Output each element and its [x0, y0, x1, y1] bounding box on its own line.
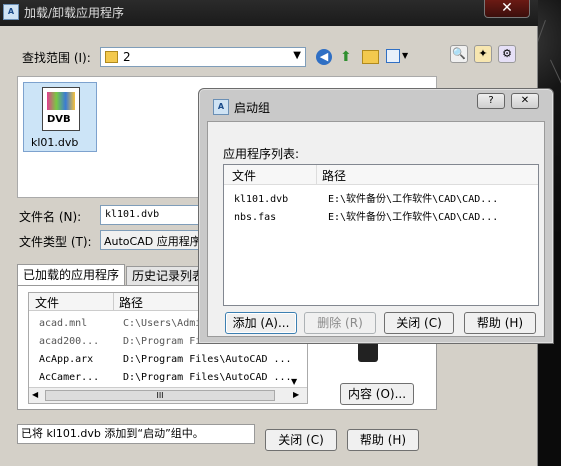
tab-history-list-label: 历史记录列表 — [132, 269, 202, 283]
lookin-combo[interactable]: 2 ▼ — [100, 47, 306, 67]
startup-content: 应用程序列表: 文件 路径 kl101.dvb E:\软件备份\工作软件\CAD… — [207, 121, 545, 337]
remove-button-label: 删除 (R) — [317, 316, 363, 330]
startup-close-button[interactable]: 关闭 (C) — [384, 312, 454, 334]
file-item-selected[interactable]: DVB kl01.dvb — [23, 82, 97, 152]
scroll-right-icon[interactable]: ▶ — [293, 390, 299, 399]
autocad-app-icon: A — [3, 4, 19, 20]
main-close-label: 关闭 (C) — [278, 433, 324, 447]
close-window-button[interactable]: ✕ — [484, 0, 530, 18]
list-header: 文件 路径 — [224, 165, 538, 185]
views-dropdown-icon[interactable]: ▼ — [402, 51, 408, 60]
filetype-label: 文件类型 (T): — [19, 235, 92, 249]
close-icon: ✕ — [520, 95, 530, 106]
startup-help-button[interactable]: 帮助 (H) — [464, 312, 536, 334]
row-file: nbs.fas — [234, 212, 277, 223]
scrollbar-thumb[interactable]: III — [45, 390, 275, 401]
scroll-left-icon[interactable]: ◀ — [32, 390, 38, 399]
lookin-value: 2 — [123, 50, 131, 64]
startup-help-label: 帮助 (H) — [476, 316, 524, 330]
filetype-value: AutoCAD 应用程序 — [104, 235, 201, 248]
scroll-down-icon[interactable]: ▼ — [291, 377, 297, 386]
autocad-app-icon: A — [213, 99, 229, 115]
tab-history-list[interactable]: 历史记录列表 — [126, 266, 202, 286]
main-help-button[interactable]: 帮助 (H) — [347, 429, 419, 451]
tab-loaded-apps[interactable]: 已加载的应用程序 — [17, 264, 125, 286]
new-folder-icon[interactable] — [362, 50, 379, 64]
column-divider — [316, 165, 317, 185]
settings-icon[interactable]: ⚙ — [498, 45, 516, 63]
status-bar: 已将 kl101.dvb 添加到“启动”组中。 — [17, 424, 255, 444]
horizontal-scrollbar[interactable]: ◀ III ▶ — [29, 387, 307, 403]
startup-suite-dialog: A 启动组 ? ✕ 应用程序列表: 文件 路径 kl101.dvb E:\软件备… — [198, 88, 554, 344]
startup-close-label: 关闭 (C) — [396, 316, 442, 330]
column-header-file: 文件 — [232, 169, 257, 183]
chevron-down-icon: ▼ — [293, 50, 301, 61]
filename-input[interactable]: kl101.dvb — [100, 205, 200, 225]
lookin-label: 查找范围 (I): — [22, 51, 91, 65]
row-path: C:\Users\Admi — [123, 318, 202, 329]
row-file: acad200... — [39, 336, 100, 347]
question-icon: ? — [488, 95, 494, 106]
dvb-file-icon: DVB — [42, 87, 80, 131]
row-file: AcCamer... — [39, 372, 100, 383]
up-folder-icon[interactable]: ⬆ — [340, 48, 356, 66]
scrollbar-grip: III — [156, 391, 164, 400]
contents-button-label: 内容 (O)... — [347, 387, 407, 401]
column-divider — [113, 293, 114, 311]
filename-value: kl101.dvb — [105, 209, 160, 220]
tools-icon[interactable]: ✦ — [474, 45, 492, 63]
row-file: kl101.dvb — [234, 194, 289, 205]
filetype-select[interactable]: AutoCAD 应用程序 — [100, 230, 201, 250]
row-path: D:\Program Files\AutoCAD ... — [123, 354, 292, 365]
main-help-label: 帮助 (H) — [359, 433, 407, 447]
help-question-button[interactable]: ? — [477, 93, 505, 109]
dvb-graphic — [47, 92, 75, 110]
tab-loaded-apps-label: 已加载的应用程序 — [22, 268, 119, 282]
app-list-label: 应用程序列表: — [223, 147, 300, 161]
file-item-label: kl01.dvb — [31, 136, 79, 149]
back-icon[interactable]: ◀ — [316, 49, 332, 65]
remove-button[interactable]: 删除 (R) — [304, 312, 376, 334]
status-text: 已将 kl101.dvb 添加到“启动”组中。 — [21, 427, 204, 440]
add-button[interactable]: 添加 (A)... — [225, 312, 297, 334]
row-path: E:\软件备份\工作软件\CAD\CAD... — [328, 194, 499, 205]
search-icon[interactable]: 🔍 — [450, 45, 468, 63]
column-header-path: 路径 — [119, 296, 144, 310]
row-path: D:\Program Files\AutoCAD ... — [123, 372, 292, 383]
column-header-file: 文件 — [35, 296, 60, 310]
folder-icon — [105, 51, 118, 63]
row-file: acad.mnl — [39, 318, 88, 329]
dialog-title: 加载/卸载应用程序 — [24, 6, 125, 20]
row-file: AcApp.arx — [39, 354, 94, 365]
row-path: E:\软件备份\工作软件\CAD\CAD... — [328, 212, 499, 223]
filename-label: 文件名 (N): — [19, 210, 82, 224]
row-path: D:\Program Fi — [123, 336, 202, 347]
main-close-button[interactable]: 关闭 (C) — [265, 429, 337, 451]
contents-button[interactable]: 内容 (O)... — [340, 383, 414, 405]
dvb-icon-text: DVB — [47, 114, 71, 125]
column-header-path: 路径 — [322, 169, 347, 183]
startup-app-list[interactable]: 文件 路径 kl101.dvb E:\软件备份\工作软件\CAD\CAD... … — [223, 164, 539, 306]
close-icon: ✕ — [501, 0, 513, 16]
views-icon[interactable] — [386, 49, 400, 63]
startup-dialog-title: 启动组 — [234, 101, 271, 115]
startup-close-x-button[interactable]: ✕ — [511, 93, 539, 109]
add-button-label: 添加 (A)... — [232, 316, 290, 330]
dialog-titlebar: A 加载/卸载应用程序 ✕ — [0, 0, 538, 26]
